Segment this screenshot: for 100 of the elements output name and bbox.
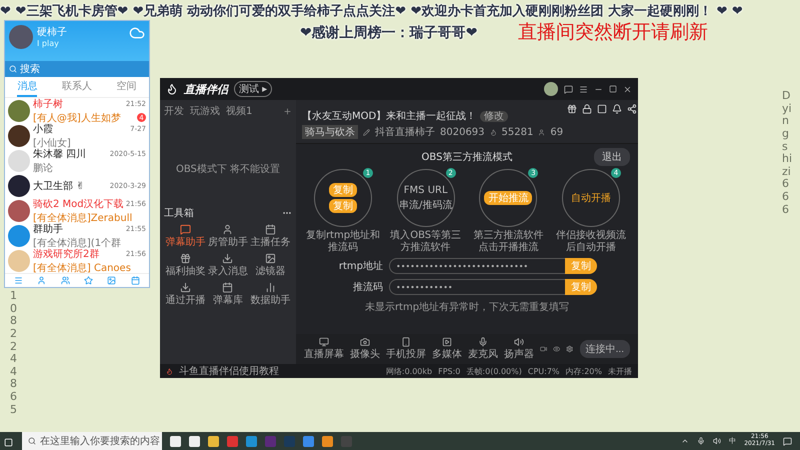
avatar bbox=[9, 25, 33, 49]
maximize-icon bbox=[609, 85, 617, 93]
mode-badge[interactable]: 测试 ▸ bbox=[234, 81, 272, 97]
taskbar-app-icon[interactable] bbox=[208, 436, 219, 446]
side-tab[interactable]: 开发 bbox=[164, 104, 184, 118]
tab[interactable]: 消息 bbox=[17, 77, 38, 97]
chat-name: 小霞 bbox=[33, 122, 53, 136]
camera-icon bbox=[360, 337, 370, 347]
user-icon bbox=[538, 128, 546, 136]
gift-icon bbox=[180, 253, 191, 264]
edit-tag[interactable]: 修改 bbox=[480, 111, 508, 122]
pencil-icon bbox=[363, 128, 370, 136]
thanks-text: ❤感谢上周榜一：瑞子哥哥❤ bbox=[300, 24, 478, 42]
control-button[interactable]: 手机投屏 bbox=[386, 337, 426, 361]
taskbar-app-icon[interactable] bbox=[189, 436, 200, 446]
taskbar-app-icon[interactable] bbox=[170, 436, 181, 446]
search-icon bbox=[9, 65, 17, 73]
control-button[interactable]: 摄像头 bbox=[350, 337, 380, 361]
side-tab[interactable]: 玩游戏 bbox=[190, 104, 220, 118]
input-field[interactable]: •••••••••••••••••••••••••••• bbox=[389, 258, 565, 274]
field-label: 推流码 bbox=[352, 280, 384, 294]
tool-item[interactable]: 福利抽奖 bbox=[164, 253, 207, 278]
tool-item[interactable]: 数据助手 bbox=[249, 282, 292, 307]
control-button[interactable]: 直播屏幕 bbox=[304, 337, 344, 361]
marquee-text: ❤ ❤三架飞机卡房管❤ ❤兄弟萌 动动你们可爱的双手给柿子点点关注❤ ❤欢迎办卡首充加入硬刚刚粉丝团 大家一起硬刚刚！ ❤ ❤ bbox=[0, 2, 743, 20]
chat-name: 大卫生部 ✌ bbox=[33, 180, 85, 192]
step-caption: 填入OBS等第三方推流软件 bbox=[389, 230, 462, 253]
user-icon bbox=[37, 276, 46, 285]
hint-text: 未显示rtmp地址有异常时，下次无需重复填写 bbox=[364, 300, 570, 314]
step-text: 串流/推码流 bbox=[398, 198, 452, 212]
flame-icon bbox=[166, 83, 178, 95]
download-icon bbox=[180, 282, 191, 293]
search-field[interactable]: 搜索 bbox=[5, 61, 149, 77]
bell-icon bbox=[612, 104, 622, 114]
windows-icon bbox=[4, 438, 13, 446]
tool-item[interactable]: 通过开播 bbox=[164, 282, 207, 307]
status-text: 内存:20% bbox=[566, 366, 602, 376]
room-id: 8020693 bbox=[440, 126, 485, 138]
plus-icon bbox=[283, 106, 292, 116]
chart-icon bbox=[265, 282, 276, 293]
stream-title: 【水友互动MOD】来和主播一起征战！ bbox=[302, 111, 476, 122]
chat-preview: [有全体消息]Zerabull bbox=[33, 212, 132, 224]
notice-text: 直播间突然断开请刷新 bbox=[518, 20, 708, 45]
calendar-icon bbox=[222, 282, 234, 293]
menu-icon bbox=[14, 276, 24, 285]
tool-item[interactable]: 弹幕助手 bbox=[164, 224, 207, 249]
tutorial-link[interactable]: 斗鱼直播伴侣使用教程 bbox=[179, 364, 279, 378]
chat-preview: [有人@我]人生如梦 bbox=[33, 112, 121, 124]
calendar-icon bbox=[130, 276, 140, 285]
control-button[interactable]: 多媒体 bbox=[432, 337, 462, 361]
side-tab[interactable]: 视频1 bbox=[226, 104, 252, 118]
gift-icon bbox=[567, 104, 578, 114]
avatar bbox=[8, 150, 30, 172]
notification-icon bbox=[783, 436, 792, 446]
message-icon bbox=[564, 84, 573, 94]
tool-item[interactable]: 房管助手 bbox=[206, 224, 250, 249]
search-field[interactable]: 在这里输入你要搜索的内容 bbox=[22, 432, 162, 450]
tool-item[interactable]: 滤镜器 bbox=[249, 253, 292, 278]
vertical-text: 1082244865 bbox=[10, 290, 18, 416]
status-text: CPU:7% bbox=[528, 366, 560, 376]
category-tag[interactable]: 骑马与砍杀 bbox=[302, 125, 358, 139]
contacts-icon bbox=[60, 276, 70, 285]
avatar bbox=[8, 200, 30, 222]
tab[interactable]: 联系人 bbox=[62, 77, 92, 97]
speaker-icon bbox=[514, 337, 524, 347]
chat-icon bbox=[180, 224, 191, 235]
flame-icon bbox=[166, 368, 173, 374]
square-icon bbox=[597, 104, 608, 114]
microphone-icon bbox=[697, 437, 706, 445]
status-text: 未开播 bbox=[608, 366, 632, 376]
step-text: 自动开播 bbox=[570, 192, 611, 205]
download-icon bbox=[222, 253, 234, 264]
control-button[interactable]: 麦克风 bbox=[468, 337, 498, 361]
user-status: I play bbox=[37, 39, 60, 48]
cloud-icon bbox=[129, 25, 145, 41]
input-field[interactable]: •••••••••••• bbox=[389, 279, 565, 295]
exit-button[interactable]: 退出 bbox=[594, 148, 630, 166]
chat-name: 游戏研究所2群 bbox=[33, 248, 100, 260]
avatar bbox=[8, 174, 30, 196]
chat-preview: [有全体消息] Canoes bbox=[33, 262, 131, 273]
status-text: FPS:0 bbox=[438, 366, 460, 376]
step-text: FMS URL bbox=[404, 184, 448, 196]
tool-item[interactable]: 弹幕库 bbox=[206, 282, 250, 307]
tab[interactable]: 空间 bbox=[116, 77, 137, 97]
chat-preview: [有全体消息](1个群 bbox=[33, 236, 122, 248]
tool-item[interactable]: 录入消息 bbox=[206, 253, 250, 278]
menu-icon bbox=[579, 84, 588, 94]
lock-icon bbox=[582, 104, 592, 114]
avatar bbox=[8, 100, 30, 122]
settings-icon bbox=[566, 344, 574, 354]
chat-preview: 鹏论 bbox=[33, 162, 53, 174]
chat-name: 朱沐馨 四川 bbox=[33, 147, 86, 160]
avatar bbox=[8, 124, 30, 146]
control-button[interactable]: 扬声器 bbox=[504, 337, 534, 361]
play-icon bbox=[442, 337, 452, 347]
taskbar-app-icon[interactable] bbox=[322, 436, 333, 446]
connect-button[interactable]: 连接中... bbox=[580, 340, 630, 358]
avatar bbox=[544, 82, 558, 96]
tool-item[interactable]: 主播任务 bbox=[249, 224, 292, 249]
calendar-icon bbox=[265, 224, 276, 235]
